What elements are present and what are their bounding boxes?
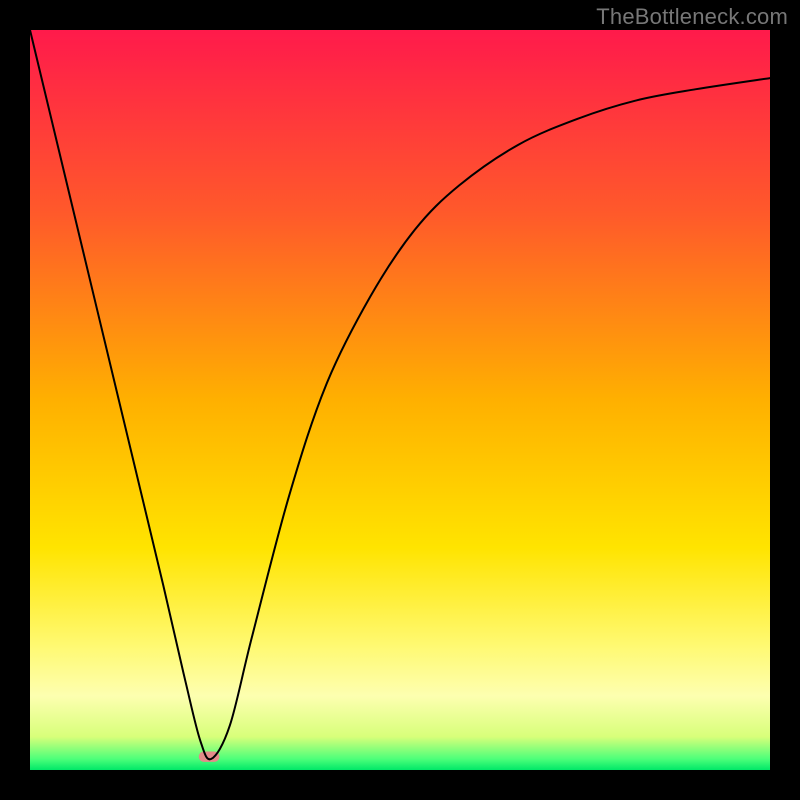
chart-background: [30, 30, 770, 770]
chart-frame: { "watermark": "TheBottleneck.com", "cha…: [0, 0, 800, 800]
watermark-text: TheBottleneck.com: [596, 4, 788, 30]
chart-plot: [0, 0, 800, 800]
